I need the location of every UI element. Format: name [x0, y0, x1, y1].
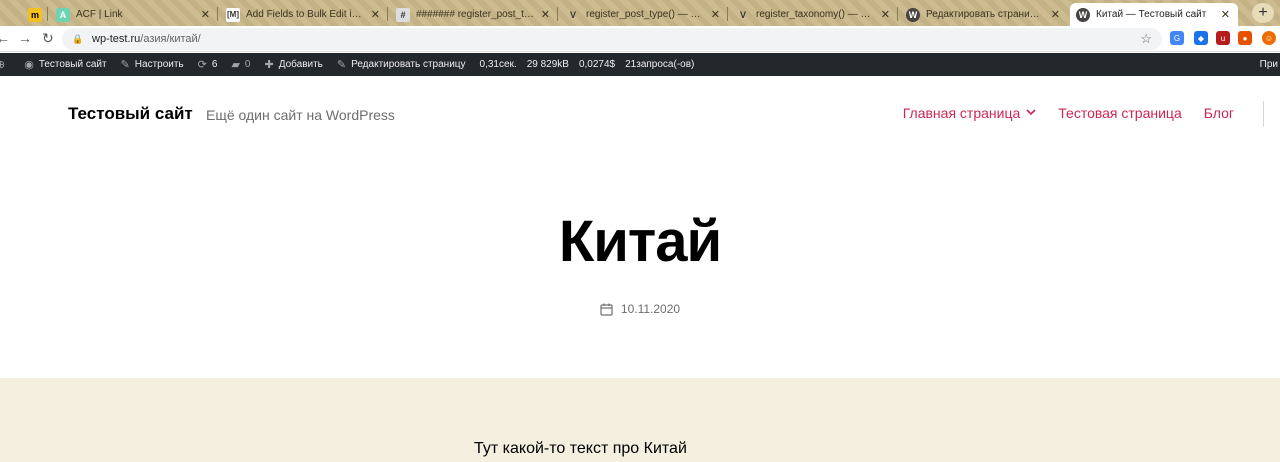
menu-item-label: Блог: [1203, 105, 1234, 121]
admin-bar-customize-label: Настроить: [134, 59, 184, 70]
admin-bar-greeting: При: [1259, 59, 1278, 70]
updates-count: 6: [211, 59, 218, 70]
back-arrow-icon[interactable]: ←: [0, 30, 10, 46]
tab-favicon-icon: V: [739, 9, 746, 20]
site-header: Тестовый сайт Ещё один сайт на WordPress…: [0, 76, 1280, 152]
chevron-down-icon[interactable]: [1026, 108, 1036, 119]
post-content-paragraph: Тут какой-то текст про Китай: [474, 440, 687, 457]
admin-bar-memory[interactable]: 29 829kB: [527, 59, 569, 70]
reload-icon[interactable]: ↻: [42, 30, 54, 47]
browser-tab-strip: m A ACF | Link ✕ [M] Add Fields to Bulk …: [0, 0, 1280, 26]
admin-bar-edit-label: Редактировать страницу: [351, 59, 466, 70]
tab-title: Китай — Тестовый сайт: [1096, 9, 1207, 20]
tab-favicon-icon: m: [28, 7, 42, 22]
wordpress-icon: W: [906, 7, 920, 22]
primary-menu: Главная страница Тестовая страница Блог: [881, 105, 1234, 121]
new-tab-button[interactable]: +: [1252, 3, 1274, 23]
browser-tab-1[interactable]: A ACF | Link ✕: [50, 3, 218, 26]
brush-icon: ✎: [120, 59, 130, 71]
edit-pencil-icon: ✎: [336, 59, 347, 71]
tab-close-icon[interactable]: ✕: [881, 8, 890, 21]
address-bar[interactable]: 🔒 wp-test.ru/азия/китай/ ☆: [62, 28, 1162, 50]
wp-admin-bar: ⊕ ◉ Тестовый сайт ✎ Настроить ⟳ 6 ▰ 0 ✚ …: [0, 53, 1280, 76]
comment-icon: ▰: [231, 59, 240, 71]
post-date[interactable]: 10.11.2020: [621, 302, 680, 316]
admin-bar-customize[interactable]: ✎ Настроить: [121, 58, 184, 71]
wp-logo-icon[interactable]: ⊕: [0, 58, 10, 71]
admin-bar-account[interactable]: При: [1260, 53, 1280, 76]
menu-item-label: Главная страница: [902, 105, 1021, 121]
bookmark-star-icon[interactable]: ☆: [1140, 31, 1152, 47]
tab-favicon-icon: V: [569, 9, 576, 20]
memory-usage: 29 829kB: [526, 59, 569, 70]
tab-title: ####### register_post_type( :: [416, 9, 535, 20]
browser-tab-6[interactable]: W Редактировать страницу ‹ Тест ✕: [900, 3, 1068, 26]
admin-bar-site[interactable]: ◉ Тестовый сайт: [24, 58, 106, 71]
lock-icon: 🔒: [72, 34, 84, 44]
tab-title: Редактировать страницу ‹ Тест: [926, 9, 1045, 20]
forward-arrow-icon[interactable]: →: [18, 30, 32, 46]
admin-bar-add-new[interactable]: ✚ Добавить: [264, 58, 322, 71]
tab-title: Add Fields to Bulk Edit in Word: [246, 9, 365, 20]
admin-bar-add-label: Добавить: [278, 59, 323, 70]
tab-close-icon[interactable]: ✕: [541, 8, 550, 21]
tab-close-icon[interactable]: ✕: [711, 8, 720, 21]
tab-close-icon[interactable]: ✕: [371, 8, 380, 21]
query-count: 21запроса(-ов): [625, 59, 695, 70]
menu-item-blog[interactable]: Блог: [1204, 105, 1234, 121]
dashboard-icon: ◉: [24, 59, 34, 71]
site-description: Ещё один сайт на WordPress: [206, 107, 395, 123]
browser-tab-0[interactable]: m: [0, 3, 48, 26]
site-title[interactable]: Тестовый сайт: [68, 104, 193, 124]
admin-bar-edit[interactable]: ✎ Редактировать страницу: [337, 58, 466, 71]
admin-bar-queries[interactable]: 21запроса(-ов): [625, 59, 694, 70]
ublock-shield-icon[interactable]: u: [1216, 31, 1230, 45]
extension-icon[interactable]: ◆: [1194, 31, 1208, 45]
tab-favicon-icon: A: [56, 7, 70, 22]
admin-bar-comments[interactable]: ▰ 0: [231, 58, 250, 71]
translate-extension-icon[interactable]: G: [1170, 31, 1184, 45]
tab-title: register_post_type() — Создаё: [586, 9, 705, 20]
extension-icon-2[interactable]: ●: [1238, 31, 1252, 45]
browser-tab-2[interactable]: [M] Add Fields to Bulk Edit in Word ✕: [220, 3, 388, 26]
menu-item-label: Тестовая страница: [1058, 105, 1182, 121]
browser-tab-3[interactable]: # ####### register_post_type( : ✕: [390, 3, 558, 26]
admin-bar-cost[interactable]: 0,0274$: [579, 59, 615, 70]
comments-count: 0: [244, 59, 251, 70]
post-meta: 10.11.2020: [0, 302, 1280, 316]
tab-close-icon[interactable]: ✕: [1221, 8, 1230, 21]
plus-icon: ✚: [264, 59, 274, 71]
tab-title: ACF | Link: [76, 9, 123, 20]
post-content: Тут какой-то текст про Китай: [0, 378, 1280, 462]
profile-avatar[interactable]: ☺: [1262, 31, 1276, 45]
url-host: wp-test.ru: [92, 33, 141, 45]
admin-bar-query-time[interactable]: 0,31сек.: [480, 59, 517, 70]
tab-close-icon[interactable]: ✕: [201, 8, 210, 21]
browser-tab-5[interactable]: V register_taxonomy() — Добавл ✕: [730, 3, 898, 26]
browser-tab-4[interactable]: V register_post_type() — Создаё ✕: [560, 3, 728, 26]
browser-tab-active[interactable]: W Китай — Тестовый сайт ✕: [1070, 3, 1238, 26]
query-cost: 0,0274$: [578, 59, 616, 70]
wordpress-icon: W: [1076, 7, 1090, 22]
query-time: 0,31сек.: [479, 59, 517, 70]
menu-item-home[interactable]: Главная страница: [903, 105, 1037, 121]
url-path: /азия/китай/: [140, 33, 201, 45]
tab-favicon-icon: [M]: [226, 7, 240, 22]
admin-bar-site-label: Тестовый сайт: [38, 59, 107, 70]
updates-icon: ⟳: [197, 59, 207, 71]
tab-close-icon[interactable]: ✕: [1051, 8, 1060, 21]
tab-title: register_taxonomy() — Добавл: [756, 9, 875, 20]
calendar-icon: [600, 303, 613, 316]
admin-bar-updates[interactable]: ⟳ 6: [198, 58, 218, 71]
menu-divider: [1263, 101, 1264, 127]
menu-item-test-page[interactable]: Тестовая страница: [1058, 105, 1181, 121]
browser-toolbar: ← → ↻ 🔒 wp-test.ru/азия/китай/ ☆ G ◆ u ●…: [0, 26, 1280, 52]
page-title: Китай: [558, 209, 722, 274]
tab-favicon-icon: #: [396, 7, 410, 22]
